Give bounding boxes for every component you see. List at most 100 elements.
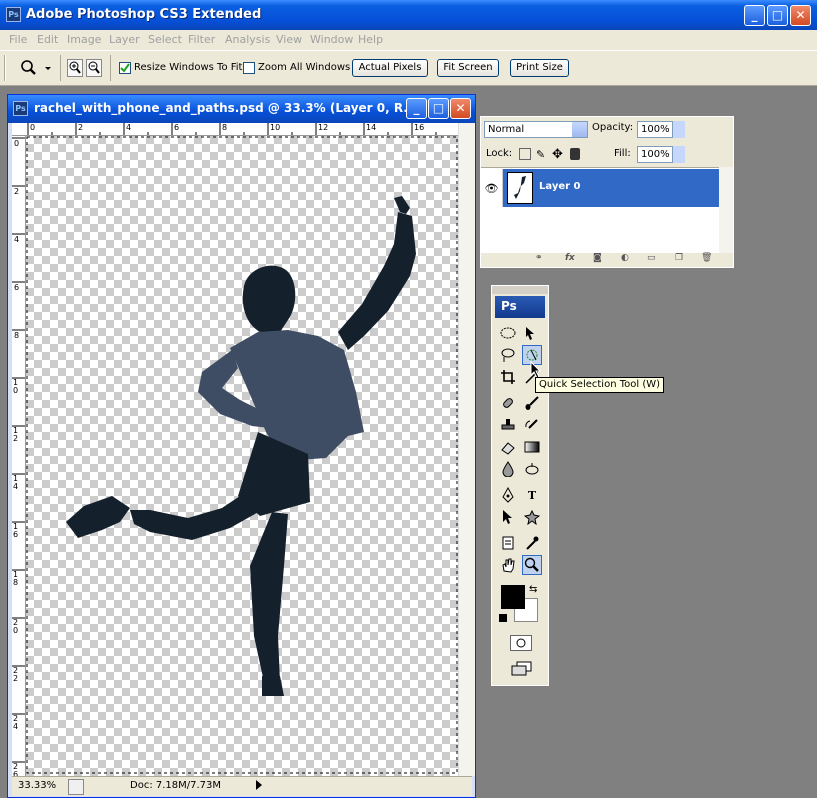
lock-label: Lock: [486,148,513,159]
gradient-tool-icon[interactable] [522,437,542,457]
maximize-button[interactable]: □ [767,5,788,26]
eye-icon[interactable]: 👁 [481,169,503,207]
menu-view[interactable]: View [276,33,302,46]
vertical-ruler[interactable]: 0 2 4 6 8 10 12 14 16 18 20 22 24 26 [12,136,26,776]
menu-edit[interactable]: Edit [37,33,58,46]
actual-pixels-button[interactable]: Actual Pixels [352,59,428,77]
lock-image-icon[interactable]: ✎ [536,148,548,161]
zoom-all-windows-checkbox[interactable] [243,62,255,74]
document-icon: Ps [13,101,28,116]
ruler-label: 8 [14,331,20,340]
layers-footer: ⚭ fx ◙ ◐ ▭ ❐ 🗑 [481,253,733,267]
foreground-color-fill[interactable] [501,585,525,609]
document-canvas[interactable] [26,136,458,776]
type-tool-icon[interactable]: T [522,485,542,505]
menu-file[interactable]: File [9,33,27,46]
mask-icon[interactable]: ◙ [593,253,602,263]
menu-bar: File Edit Image Layer Select Filter Anal… [0,30,817,50]
layer-row[interactable]: Layer 0 [503,169,719,207]
menu-layer[interactable]: Layer [109,33,140,46]
horizontal-ruler[interactable]: 0 2 4 6 8 10 12 14 16 [12,123,458,136]
layers-panel: Normal Opacity: 100% Lock: ✎ ✥ Fill: 100… [480,116,734,268]
zoom-tool-preset-picker[interactable] [18,58,52,78]
zoom-all-windows-label: Zoom All Windows [258,62,351,73]
close-button[interactable]: ✕ [790,5,811,26]
app-title: Adobe Photoshop CS3 Extended [26,7,262,22]
zoom-in-button[interactable] [67,59,83,77]
link-icon[interactable]: ⚭ [535,253,543,263]
swap-colors-icon[interactable]: ⇆ [529,584,537,595]
fx-icon[interactable]: fx [565,253,575,263]
chevron-down-icon[interactable] [572,122,587,137]
ruler-label: 2 [78,123,84,132]
resize-windows-checkbox[interactable] [119,62,131,74]
status-arrow-icon[interactable] [256,780,262,790]
fit-screen-button[interactable]: Fit Screen [437,59,499,77]
minimize-button[interactable]: _ [744,5,765,26]
adjustment-icon[interactable]: ◐ [621,253,629,263]
app-titlebar[interactable]: Ps Adobe Photoshop CS3 Extended _ □ ✕ [0,0,817,30]
fill-label: Fill: [614,148,631,159]
lock-transparent-icon[interactable] [519,148,531,160]
menu-window[interactable]: Window [310,33,353,46]
options-bar: Resize Windows To Fit Zoom All Windows A… [0,50,817,86]
zoom-level[interactable]: 33.33% [18,780,56,791]
status-menu-icon[interactable] [68,779,84,795]
menu-filter[interactable]: Filter [188,33,215,46]
zoom-tool-icon[interactable] [522,555,542,575]
hand-tool-icon[interactable] [498,555,518,575]
healing-brush-tool-icon[interactable] [498,393,518,413]
menu-help[interactable]: Help [358,33,383,46]
lock-position-icon[interactable]: ✥ [552,147,566,162]
eraser-tool-icon[interactable] [498,437,518,457]
folder-icon[interactable]: ▭ [647,253,656,263]
ruler-label: 2 [14,187,20,196]
custom-shape-tool-icon[interactable] [522,507,542,527]
toolbox-logo[interactable]: Ps [495,296,545,318]
clone-stamp-tool-icon[interactable] [498,415,518,435]
dodge-tool-icon[interactable] [522,459,542,479]
layers-list: 👁 Layer 0 [481,167,719,253]
blur-tool-icon[interactable] [498,459,518,479]
path-selection-tool-icon[interactable] [498,507,518,527]
eyedropper-tool-icon[interactable] [522,533,542,553]
doc-close-button[interactable]: ✕ [450,98,471,119]
layer-name[interactable]: Layer 0 [539,181,580,192]
document-titlebar[interactable]: Ps rachel_with_phone_and_paths.psd @ 33.… [8,95,475,123]
doc-maximize-button[interactable]: □ [428,98,449,119]
document-window[interactable]: Ps rachel_with_phone_and_paths.psd @ 33.… [7,94,476,798]
ruler-label: 18 [13,570,19,587]
lasso-tool-icon[interactable] [498,345,518,365]
default-colors-icon[interactable] [499,614,507,622]
brush-tool-icon[interactable] [522,393,542,413]
menu-image[interactable]: Image [67,33,101,46]
move-tool-icon[interactable] [522,323,542,343]
blend-mode-select[interactable]: Normal [484,121,588,138]
ruler-label: 14 [13,474,19,491]
checkmark-icon [120,63,130,73]
menu-select[interactable]: Select [148,33,182,46]
notes-tool-icon[interactable] [498,533,518,553]
pen-tool-icon[interactable] [498,485,518,505]
trash-icon[interactable]: 🗑 [701,253,712,263]
layers-scrollbar[interactable] [719,167,733,253]
marquee-tool-icon[interactable] [498,323,518,343]
quick-mask-mode-icon[interactable] [510,635,532,651]
fill-input[interactable]: 100% [637,146,673,163]
fill-slider-arrow[interactable] [673,146,685,163]
opacity-input[interactable]: 100% [637,121,673,138]
menu-analysis[interactable]: Analysis [225,33,270,46]
zoom-out-button[interactable] [86,59,102,77]
opacity-slider-arrow[interactable] [673,121,685,138]
toolbox-grip[interactable] [492,286,548,294]
doc-minimize-button[interactable]: _ [406,98,427,119]
options-grip[interactable] [4,55,6,81]
crop-tool-icon[interactable] [498,367,518,387]
history-brush-tool-icon[interactable] [522,415,542,435]
new-layer-icon[interactable]: ❐ [675,253,683,263]
screen-mode-icon[interactable] [510,660,536,678]
ruler-label: 16 [414,123,425,132]
lock-all-icon[interactable] [570,148,580,160]
vertical-scrollbar[interactable] [458,123,475,776]
print-size-button[interactable]: Print Size [510,59,569,77]
